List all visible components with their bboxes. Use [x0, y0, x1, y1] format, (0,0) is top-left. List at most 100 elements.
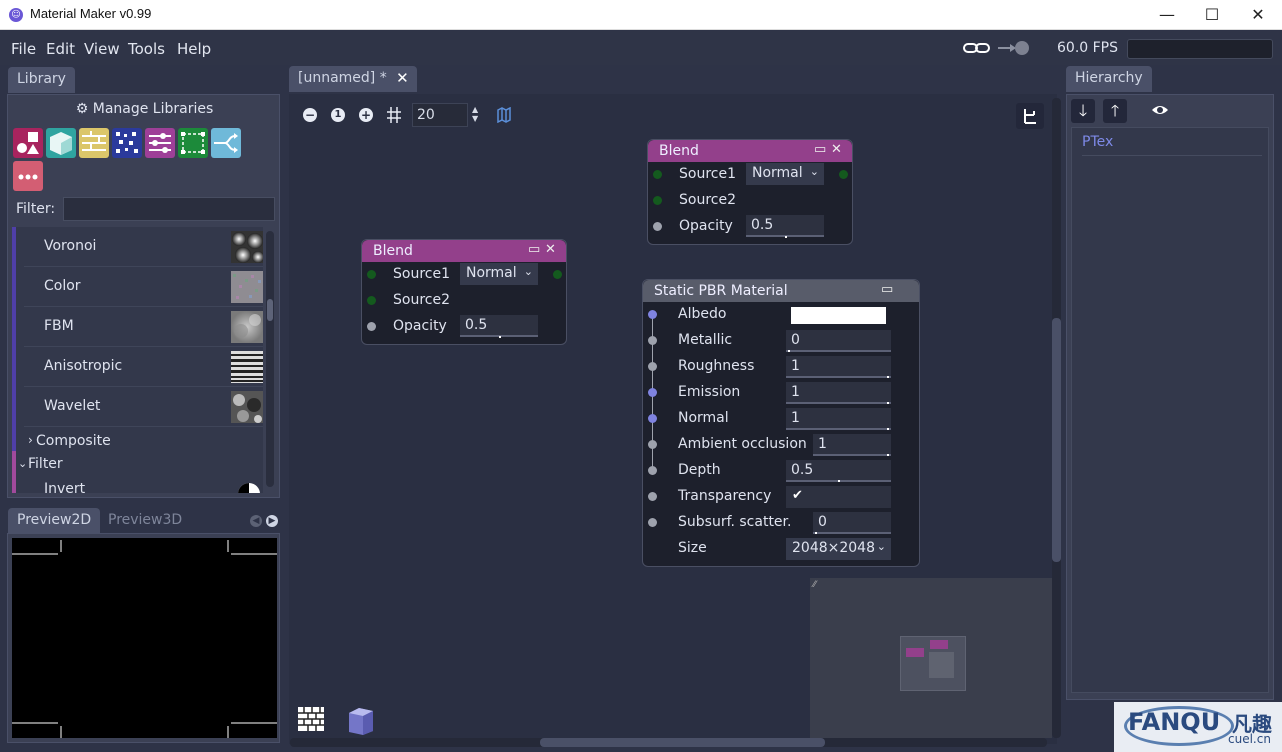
zoom-reset-icon[interactable]: 1: [331, 108, 345, 122]
blend-node[interactable]: Blend ▭ ✕ Source1 Normal ⌄ Source2 Opaci…: [361, 239, 567, 345]
depth-input-port[interactable]: [648, 466, 657, 475]
library-item-wavelet[interactable]: Wavelet: [24, 387, 263, 427]
transparency-checkbox-row[interactable]: ✔: [786, 486, 891, 508]
category-simple-button[interactable]: [13, 128, 43, 158]
link-status-icon[interactable]: [962, 40, 1032, 56]
preview-frame-corners: [12, 540, 277, 738]
output-port[interactable]: [553, 270, 562, 279]
graph-minimap[interactable]: ⁄⁄: [810, 578, 1052, 738]
minimize-node-icon[interactable]: ▭: [881, 282, 893, 297]
maximize-button[interactable]: ☐: [1189, 0, 1235, 30]
menu-help[interactable]: Help: [177, 40, 211, 58]
library-item-fbm[interactable]: FBM: [24, 307, 263, 347]
library-group-composite[interactable]: › Composite: [24, 431, 263, 455]
snap-grid-icon[interactable]: [386, 106, 402, 124]
tab-library[interactable]: Library: [8, 67, 75, 93]
slider-marker: [887, 428, 889, 430]
hierarchy-item-ptex[interactable]: PTex: [1082, 134, 1262, 156]
metallic-slider[interactable]: 0: [786, 330, 891, 352]
ambient-occlusion-input-port[interactable]: [648, 440, 657, 449]
preview2d-image[interactable]: [12, 538, 277, 738]
category-filter-button[interactable]: [145, 128, 175, 158]
tab-hierarchy[interactable]: Hierarchy: [1066, 66, 1152, 92]
slider-marker: [838, 480, 840, 482]
input-port[interactable]: [653, 196, 662, 205]
category-noise-button[interactable]: [112, 128, 142, 158]
transparency-input-port[interactable]: [648, 492, 657, 501]
zoom-out-icon[interactable]: −: [303, 108, 317, 122]
menu-tools[interactable]: Tools: [128, 40, 165, 58]
zoom-in-icon[interactable]: +: [359, 108, 373, 122]
tab-preview3d[interactable]: Preview3D: [99, 508, 191, 534]
input-port[interactable]: [653, 170, 662, 179]
library-item-anisotropic[interactable]: Anisotropic: [24, 347, 263, 387]
minimap-toggle-icon[interactable]: [496, 107, 512, 123]
spinner-arrows-icon[interactable]: ▲ ▼: [472, 105, 478, 123]
category-3d-button[interactable]: [46, 128, 76, 158]
roughness-slider[interactable]: 1: [786, 356, 891, 378]
normal-slider[interactable]: 1: [786, 408, 891, 430]
opacity-slider[interactable]: 0.5: [746, 215, 824, 237]
graph-horizontal-scrollbar-thumb[interactable]: [540, 738, 825, 747]
tab-preview2d[interactable]: Preview2D: [8, 508, 101, 534]
close-button[interactable]: ✕: [1235, 0, 1281, 30]
close-tab-icon[interactable]: ✕: [396, 66, 409, 90]
albedo-color-swatch[interactable]: [791, 307, 886, 324]
minimize-button[interactable]: —: [1144, 0, 1190, 30]
input-port[interactable]: [367, 296, 376, 305]
snap-distance-input[interactable]: 20: [412, 103, 468, 127]
library-filter-input[interactable]: [63, 197, 275, 221]
category-transform-button[interactable]: [178, 128, 208, 158]
close-node-icon[interactable]: ✕: [831, 142, 842, 157]
menu-view[interactable]: View: [84, 40, 120, 58]
arrow-down-icon[interactable]: 🡓: [1071, 99, 1095, 123]
menu-file[interactable]: File: [11, 40, 36, 58]
blend-mode-dropdown[interactable]: Normal ⌄: [746, 163, 824, 185]
library-item-voronoi[interactable]: Voronoi: [24, 227, 263, 267]
checkbox-check-icon[interactable]: ✔: [792, 488, 803, 503]
subsurf-scatter-input-port[interactable]: [648, 518, 657, 527]
prev-arrow-icon[interactable]: ◀: [250, 515, 262, 527]
close-node-icon[interactable]: ✕: [545, 242, 556, 257]
arrange-nodes-button[interactable]: [1016, 103, 1044, 129]
library-group-filter[interactable]: ⌄ Filter: [16, 455, 263, 479]
arrow-up-icon[interactable]: 🡑: [1103, 99, 1127, 123]
resize-handle-icon[interactable]: ⁄⁄: [813, 580, 816, 590]
library-scrollbar[interactable]: [266, 231, 274, 487]
library-item-invert[interactable]: Invert: [44, 481, 85, 493]
metallic-input-port[interactable]: [648, 336, 657, 345]
blend-mode-dropdown[interactable]: Normal ⌄: [460, 263, 538, 285]
minimize-node-icon[interactable]: ▭: [814, 142, 826, 157]
static-pbr-material-node[interactable]: Static PBR Material ▭ Albedo Metallic 0 Rou…: [642, 279, 920, 567]
opacity-slider[interactable]: 0.5: [460, 315, 538, 337]
node-title[interactable]: Static PBR Material: [643, 280, 919, 302]
library-item-color[interactable]: Color: [24, 267, 263, 307]
subsurf-scatter-slider[interactable]: 0: [813, 512, 891, 534]
library-scrollbar-thumb[interactable]: [267, 299, 273, 321]
minimize-node-icon[interactable]: ▭: [528, 242, 540, 257]
3d-preview-node-icon[interactable]: [345, 704, 377, 736]
category-workflow-button[interactable]: [211, 128, 241, 158]
tab-graph-unnamed[interactable]: [unnamed] * ✕: [289, 66, 417, 92]
output-port[interactable]: [839, 170, 848, 179]
menu-edit[interactable]: Edit: [46, 40, 75, 58]
normal-input-port[interactable]: [648, 414, 657, 423]
input-port[interactable]: [653, 222, 662, 231]
next-arrow-icon[interactable]: ▶: [266, 515, 278, 527]
blend-node[interactable]: Blend ▭ ✕ Source1 Normal ⌄ Source2 Opaci…: [647, 139, 853, 245]
size-dropdown[interactable]: 2048×2048 ⌄: [786, 538, 891, 560]
emission-slider[interactable]: 1: [786, 382, 891, 404]
category-misc-button[interactable]: [13, 161, 43, 191]
category-pattern-button[interactable]: [79, 128, 109, 158]
graph-vertical-scrollbar-thumb[interactable]: [1052, 318, 1061, 562]
roughness-input-port[interactable]: [648, 362, 657, 371]
input-port[interactable]: [367, 270, 376, 279]
depth-slider[interactable]: 0.5: [786, 460, 891, 482]
2d-preview-node-icon[interactable]: [296, 704, 326, 734]
eye-icon[interactable]: [1151, 103, 1169, 117]
albedo-input-port[interactable]: [648, 310, 657, 319]
input-port[interactable]: [367, 322, 376, 331]
manage-libraries-button[interactable]: ⚙ Manage Libraries: [8, 101, 281, 117]
emission-input-port[interactable]: [648, 388, 657, 397]
ambient-occlusion-slider[interactable]: 1: [813, 434, 891, 456]
